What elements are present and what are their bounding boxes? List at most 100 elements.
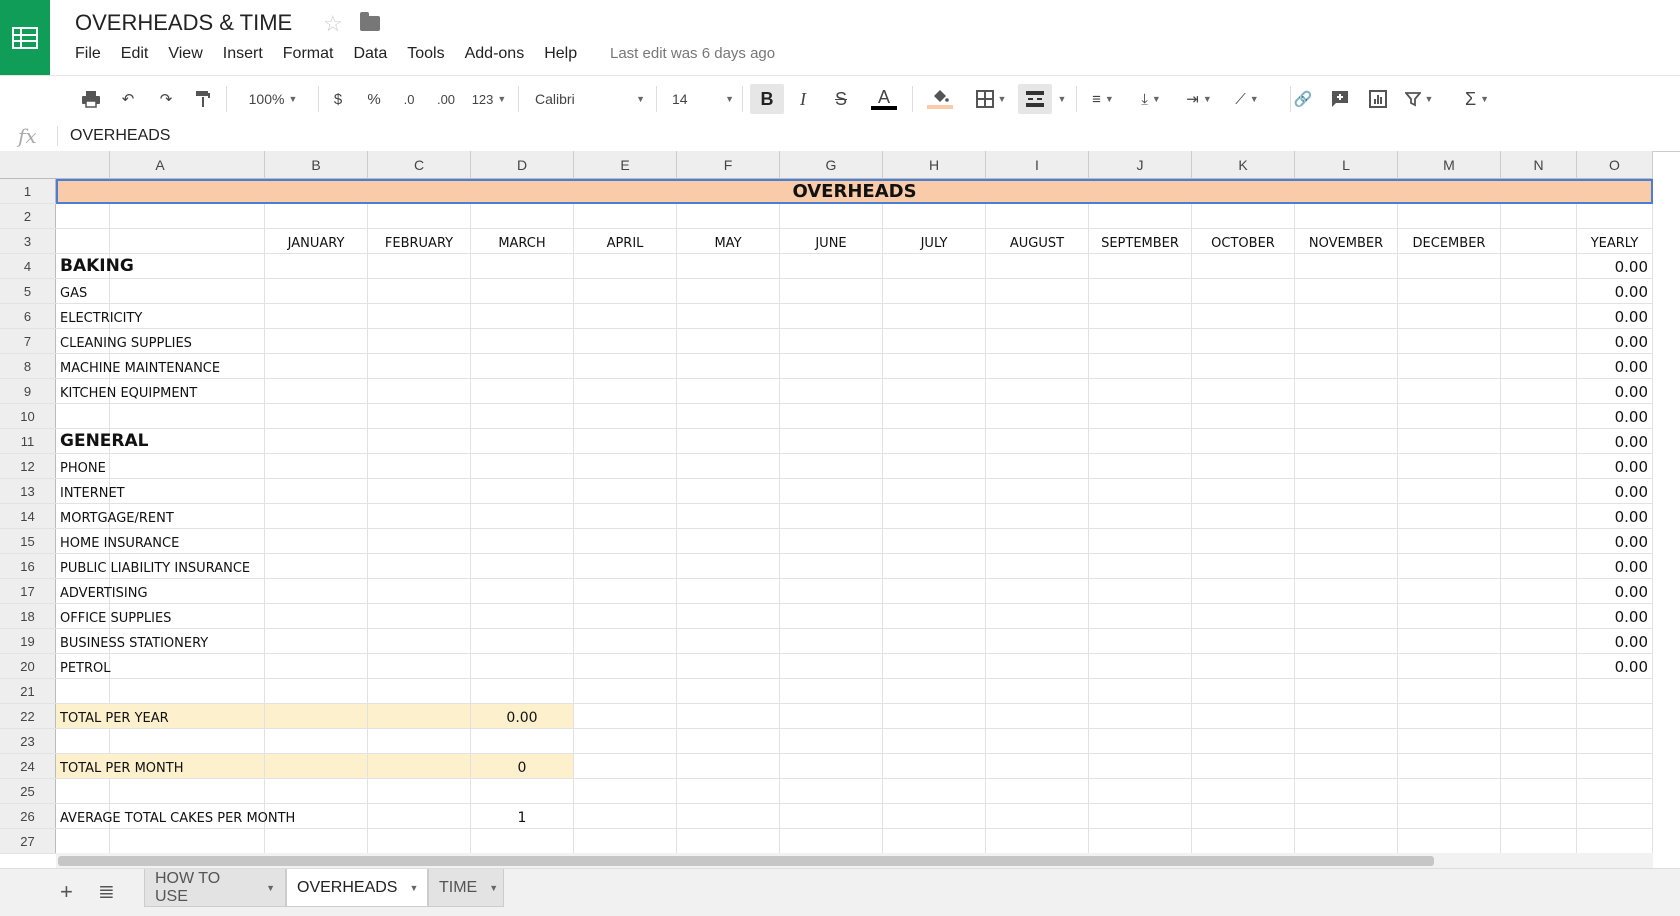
cell[interactable] — [780, 504, 883, 529]
cell[interactable] — [1089, 679, 1192, 704]
menu-tools[interactable]: Tools — [407, 45, 444, 63]
yearly-value[interactable]: 0.00 — [1577, 254, 1653, 279]
cell[interactable] — [1192, 429, 1295, 454]
cell[interactable] — [1295, 529, 1398, 554]
cell[interactable] — [368, 554, 471, 579]
cell[interactable] — [1501, 529, 1577, 554]
column-header[interactable]: G — [780, 151, 883, 179]
cell[interactable] — [471, 579, 574, 604]
cell[interactable] — [471, 629, 574, 654]
cell[interactable] — [574, 304, 677, 329]
cell[interactable] — [1295, 704, 1398, 729]
column-header[interactable]: L — [1295, 151, 1398, 179]
cell[interactable] — [0, 829, 110, 854]
cell[interactable] — [677, 629, 780, 654]
cell[interactable] — [1501, 429, 1577, 454]
cell[interactable] — [1089, 454, 1192, 479]
cell[interactable] — [883, 204, 986, 229]
cell[interactable] — [1089, 604, 1192, 629]
row-label[interactable]: OFFICE SUPPLIES — [56, 604, 265, 629]
cell[interactable] — [368, 579, 471, 604]
cell[interactable] — [677, 779, 780, 804]
undo-icon[interactable]: ↶ — [115, 84, 141, 114]
cell[interactable] — [883, 504, 986, 529]
column-header[interactable]: O — [1577, 151, 1653, 179]
strikethrough-button[interactable]: S — [828, 84, 854, 114]
cell[interactable] — [1398, 354, 1501, 379]
cell[interactable] — [1192, 504, 1295, 529]
cell[interactable] — [471, 779, 574, 804]
yearly-value[interactable]: 0.00 — [1577, 604, 1653, 629]
cell[interactable] — [1398, 254, 1501, 279]
month-header[interactable]: JULY — [883, 229, 986, 254]
cell[interactable] — [677, 254, 780, 279]
cell[interactable] — [883, 254, 986, 279]
cell[interactable] — [574, 404, 677, 429]
cell[interactable] — [1089, 579, 1192, 604]
cell[interactable] — [1501, 454, 1577, 479]
cell[interactable] — [986, 379, 1089, 404]
row-label[interactable]: ELECTRICITY — [56, 304, 265, 329]
yearly-value[interactable]: 0.00 — [1577, 429, 1653, 454]
cell[interactable] — [265, 454, 368, 479]
cell[interactable] — [471, 329, 574, 354]
tab-time[interactable]: TIME ▼ — [428, 869, 504, 907]
cell[interactable] — [574, 479, 677, 504]
cell[interactable] — [1089, 379, 1192, 404]
column-header[interactable]: C — [368, 151, 471, 179]
cell[interactable] — [1295, 404, 1398, 429]
cell[interactable] — [265, 354, 368, 379]
cell[interactable] — [1398, 454, 1501, 479]
row-label[interactable]: PUBLIC LIABILITY INSURANCE — [56, 554, 265, 579]
functions-button[interactable]: Σ ▼ — [1458, 84, 1496, 114]
zoom-select[interactable]: 100% ▼ — [238, 84, 308, 114]
cell[interactable] — [471, 379, 574, 404]
cell[interactable] — [780, 704, 883, 729]
cell[interactable] — [677, 204, 780, 229]
cell[interactable] — [471, 254, 574, 279]
yearly-value[interactable]: 0.00 — [1577, 579, 1653, 604]
cell[interactable] — [368, 604, 471, 629]
row-label[interactable]: TOTAL PER MONTH — [56, 754, 265, 779]
menu-format[interactable]: Format — [283, 45, 334, 63]
cell[interactable] — [265, 479, 368, 504]
cell[interactable] — [1295, 804, 1398, 829]
cell[interactable] — [368, 454, 471, 479]
cell[interactable] — [265, 629, 368, 654]
cell[interactable] — [574, 554, 677, 579]
cell[interactable] — [1501, 704, 1577, 729]
cell[interactable] — [883, 604, 986, 629]
insert-chart-icon[interactable] — [1364, 84, 1392, 114]
cell[interactable] — [1192, 704, 1295, 729]
row-label[interactable]: HOME INSURANCE — [56, 529, 265, 554]
row-label[interactable]: TOTAL PER YEAR — [56, 704, 265, 729]
total-band-cell[interactable] — [368, 754, 471, 779]
yearly-value[interactable]: 0.00 — [1577, 454, 1653, 479]
cell[interactable] — [368, 254, 471, 279]
cell[interactable] — [265, 829, 368, 854]
cell[interactable] — [265, 604, 368, 629]
month-header[interactable]: AUGUST — [986, 229, 1089, 254]
cell[interactable] — [1192, 654, 1295, 679]
cell[interactable] — [780, 729, 883, 754]
yearly-value[interactable]: 0.00 — [1577, 379, 1653, 404]
cell[interactable] — [1398, 579, 1501, 604]
cell[interactable] — [986, 479, 1089, 504]
avg-cakes-value[interactable]: 1 — [471, 804, 574, 829]
cell[interactable] — [1398, 479, 1501, 504]
cell[interactable] — [1192, 779, 1295, 804]
row-label[interactable]: BUSINESS STATIONERY — [56, 629, 265, 654]
cell[interactable] — [1398, 279, 1501, 304]
cell[interactable] — [1398, 429, 1501, 454]
cell[interactable] — [986, 254, 1089, 279]
cell[interactable] — [1295, 829, 1398, 854]
insert-comment-icon[interactable] — [1326, 84, 1354, 114]
cell[interactable] — [1577, 754, 1653, 779]
cell[interactable] — [986, 504, 1089, 529]
cell[interactable] — [986, 279, 1089, 304]
cell[interactable] — [265, 404, 368, 429]
cell[interactable] — [986, 704, 1089, 729]
cell[interactable] — [1089, 779, 1192, 804]
cell[interactable] — [677, 754, 780, 779]
cell[interactable] — [780, 354, 883, 379]
